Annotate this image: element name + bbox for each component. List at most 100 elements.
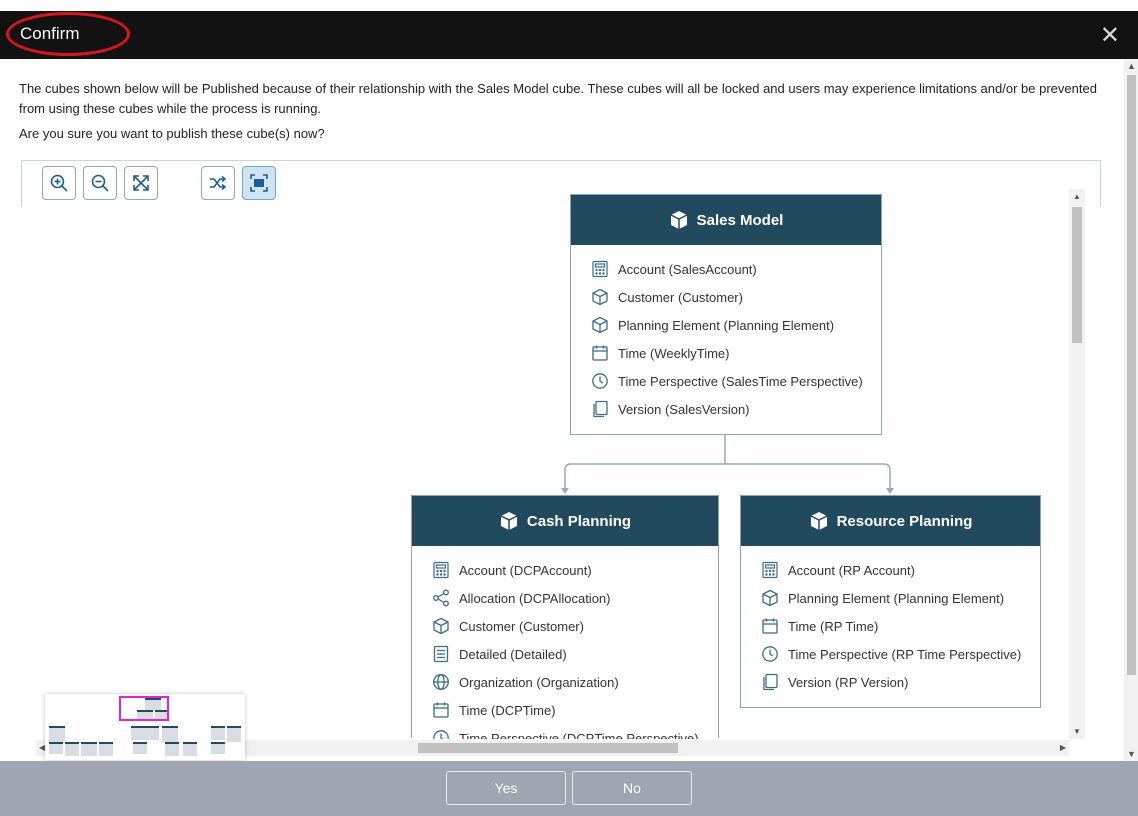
dimension-row[interactable]: Time (RP Time) (761, 612, 1040, 640)
dimension-label: Time (RP Time) (788, 618, 879, 634)
shuffle-icon (210, 175, 227, 191)
minimap-node (65, 742, 79, 756)
scroll-down-arrow-icon[interactable]: ▼ (1073, 727, 1081, 736)
dimension-row[interactable]: Time Perspective (SalesTime Perspective) (591, 367, 881, 395)
dimension-row[interactable]: Time (DCPTime) (432, 696, 718, 724)
dimension-label: Organization (Organization) (459, 674, 619, 690)
minimap-node (99, 742, 113, 756)
minimap-node (227, 726, 241, 742)
dimension-row[interactable]: Planning Element (Planning Element) (591, 311, 881, 339)
zoom-out-button[interactable] (83, 166, 117, 200)
cube-title: Cash Planning (526, 512, 632, 530)
minimap-node (133, 742, 147, 754)
list-document-icon (433, 645, 449, 663)
fit-to-screen-button[interactable] (124, 166, 158, 200)
dimension-label: Time (WeeklyTime) (618, 345, 730, 361)
calculator-icon (592, 260, 608, 278)
minimap-node (211, 742, 225, 754)
scroll-right-arrow-icon[interactable]: ▶ (1060, 743, 1066, 752)
calculator-icon (762, 561, 778, 579)
dimension-row[interactable]: Time Perspective (RP Time Perspective) (761, 640, 1040, 668)
dimension-label: Account (SalesAccount) (618, 261, 757, 277)
calendar-icon (433, 702, 449, 718)
diagram-vertical-scrollbar[interactable]: ▲ ▼ (1069, 189, 1085, 739)
dimension-label: Planning Element (Planning Element) (618, 317, 835, 333)
dimension-label: Account (RP Account) (788, 562, 915, 578)
dimension-row[interactable]: Account (SalesAccount) (591, 255, 881, 283)
dialog-titlebar: Confirm ✕ (0, 11, 1138, 59)
dimension-label: Time (DCPTime) (459, 702, 556, 718)
diagram-minimap[interactable] (45, 694, 245, 760)
zoom-out-icon (91, 174, 109, 192)
dimension-row[interactable]: Version (RP Version) (761, 668, 1040, 696)
dimension-row[interactable]: Time Perspective (DCPTime Perspective) (432, 724, 718, 739)
zoom-in-button[interactable] (42, 166, 76, 200)
cube-title: Sales Model (696, 211, 784, 229)
confirm-question: Are you sure you want to publish these c… (19, 126, 325, 141)
dimension-label: Allocation (DCPAllocation) (459, 590, 611, 606)
title-highlight-ring (6, 12, 130, 56)
yes-button[interactable]: Yes (446, 771, 566, 805)
globe-icon (433, 674, 449, 690)
share-nodes-icon (433, 589, 449, 607)
dimension-row[interactable]: Allocation (DCPAllocation) (432, 584, 718, 612)
scrollbar-thumb[interactable] (1127, 75, 1136, 675)
cube-outline-icon (762, 589, 778, 607)
minimap-viewport[interactable] (119, 696, 169, 721)
scroll-down-arrow-icon[interactable]: ▼ (1127, 749, 1136, 759)
expand-arrows-icon (133, 175, 149, 191)
cube-icon (500, 512, 518, 530)
dimension-label: Version (RP Version) (788, 674, 909, 690)
focus-frame-button[interactable] (242, 166, 276, 200)
dimension-row[interactable]: Planning Element (Planning Element) (761, 584, 1040, 612)
shuffle-layout-button[interactable] (201, 166, 235, 200)
dimension-label: Detailed (Detailed) (459, 646, 567, 662)
minimap-node (183, 742, 197, 756)
dimension-label: Version (SalesVersion) (618, 401, 750, 417)
copy-pages-icon (763, 673, 778, 691)
minimap-node (211, 726, 225, 740)
cube-resource-planning[interactable]: Resource Planning Account (RP Account) P… (740, 495, 1041, 708)
scroll-up-arrow-icon[interactable]: ▲ (1073, 192, 1081, 201)
dimension-row[interactable]: Customer (Customer) (432, 612, 718, 640)
minimap-node (145, 726, 159, 740)
cube-icon (670, 211, 687, 229)
dimension-label: Account (DCPAccount) (459, 562, 592, 578)
cube-title: Resource Planning (836, 512, 973, 530)
clock-icon (592, 373, 608, 389)
dimension-label: Time Perspective (SalesTime Perspective) (618, 373, 863, 389)
scrollbar-thumb[interactable] (418, 743, 678, 753)
dimension-row[interactable]: Time (WeeklyTime) (591, 339, 881, 367)
dimension-row[interactable]: Account (DCPAccount) (432, 556, 718, 584)
dimension-row[interactable]: Organization (Organization) (432, 668, 718, 696)
cube-cash-planning[interactable]: Cash Planning Account (DCPAccount) Alloc… (411, 495, 719, 739)
minimap-node (49, 742, 63, 754)
dimension-label: Time Perspective (RP Time Perspective) (788, 646, 1022, 662)
cube-header: Sales Model (571, 195, 881, 245)
cube-outline-icon (433, 617, 449, 635)
scroll-up-arrow-icon[interactable]: ▲ (1127, 61, 1136, 71)
close-button[interactable]: ✕ (1100, 21, 1120, 50)
dimension-row[interactable]: Detailed (Detailed) (432, 640, 718, 668)
dimension-label: Planning Element (Planning Element) (788, 590, 1005, 606)
cube-outline-icon (592, 316, 608, 334)
diagram-toolbar-frame (21, 160, 1101, 207)
dimension-row[interactable]: Version (SalesVersion) (591, 395, 881, 423)
dimension-label: Time Perspective (DCPTime Perspective) (459, 730, 699, 740)
minimap-node (162, 726, 178, 742)
cube-sales-model[interactable]: Sales Model Account (SalesAccount) Custo… (570, 194, 882, 435)
dimension-row[interactable]: Customer (Customer) (591, 283, 881, 311)
cube-header: Cash Planning (412, 496, 718, 546)
dimension-row[interactable]: Account (RP Account) (761, 556, 1040, 584)
dialog-vertical-scrollbar[interactable]: ▲ ▼ (1124, 59, 1138, 761)
scrollbar-thumb[interactable] (1072, 207, 1082, 343)
minimap-node (131, 726, 145, 740)
clock-icon (762, 646, 778, 662)
confirm-message: The cubes shown below will be Published … (19, 79, 1099, 144)
no-button[interactable]: No (572, 771, 692, 805)
message-text: The cubes shown below will be Published … (19, 81, 1097, 116)
dimension-label: Customer (Customer) (618, 289, 743, 305)
cube-icon (810, 512, 827, 530)
copy-pages-icon (593, 400, 608, 418)
calendar-icon (592, 345, 608, 361)
